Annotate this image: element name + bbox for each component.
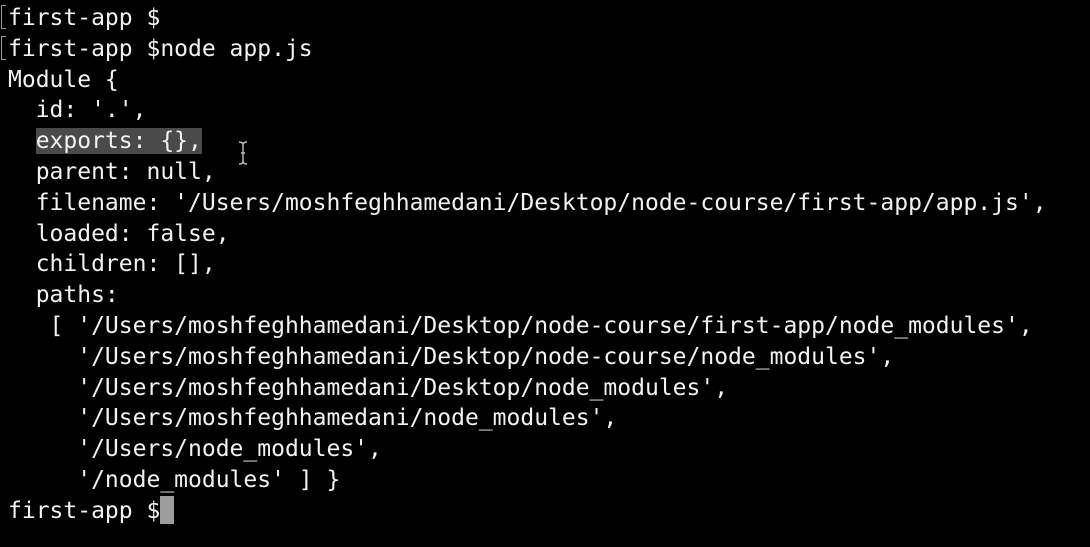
bracket-marker-icon bbox=[1, 5, 6, 29]
prompt: first-app $ bbox=[8, 497, 161, 524]
selected-text[interactable]: exports: {}, bbox=[35, 128, 202, 155]
terminal-line: '/node_modules' ] } bbox=[8, 466, 341, 493]
terminal-line: '/Users/moshfeghhamedani/Desktop/node-co… bbox=[8, 343, 895, 370]
terminal-line: first-app $ bbox=[8, 5, 161, 31]
terminal-line: [ '/Users/moshfeghhamedani/Desktop/node-… bbox=[8, 312, 1033, 339]
terminal-line: children: [], bbox=[8, 251, 216, 278]
terminal-window[interactable]: first-app $ first-app $node app.js Modul… bbox=[0, 0, 1090, 547]
terminal-line: paths: bbox=[8, 282, 119, 309]
text-cursor bbox=[160, 495, 175, 524]
terminal-line: '/Users/moshfeghhamedani/node_modules', bbox=[8, 405, 618, 432]
terminal-line: loaded: false, bbox=[8, 220, 230, 247]
terminal-line-selected: exports: {}, bbox=[8, 126, 1090, 157]
bracket-marker-icon bbox=[1, 36, 6, 60]
terminal-line: '/Users/node_modules', bbox=[8, 436, 382, 463]
terminal-line: id: '.', bbox=[8, 97, 147, 124]
terminal-line: filename: '/Users/moshfeghhamedani/Deskt… bbox=[8, 189, 1047, 216]
i-beam-icon bbox=[238, 141, 248, 165]
terminal-line: first-app $node app.js bbox=[8, 35, 313, 62]
terminal-line: Module { bbox=[8, 66, 119, 93]
terminal-prompt-line[interactable]: first-app $ bbox=[8, 495, 1090, 527]
terminal-line: '/Users/moshfeghhamedani/Desktop/node_mo… bbox=[8, 374, 729, 401]
terminal-line: parent: null, bbox=[8, 158, 216, 185]
